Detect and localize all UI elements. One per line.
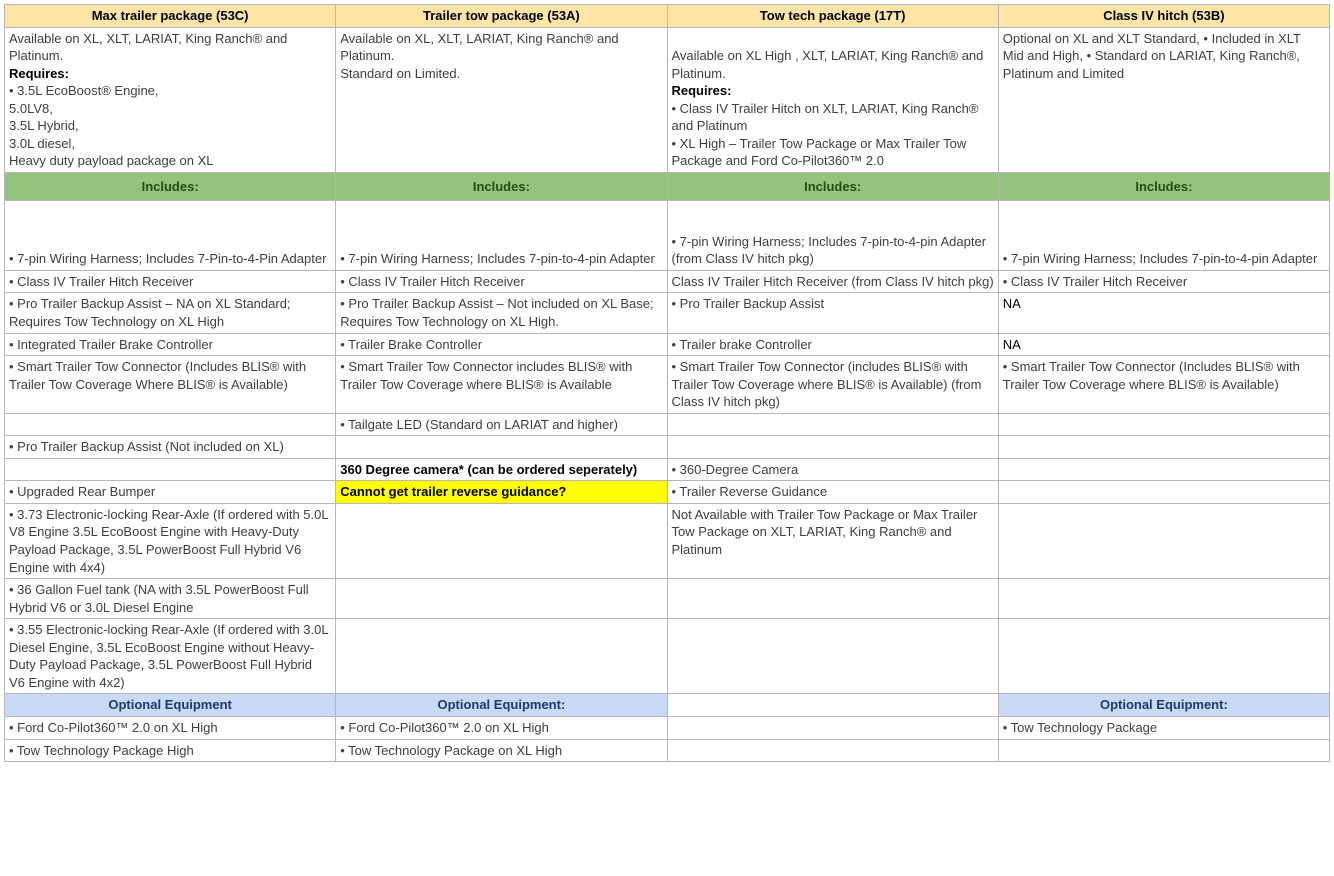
table-row: • Pro Trailer Backup Assist – NA on XL S… xyxy=(5,293,1330,333)
cell: • 36 Gallon Fuel tank (NA with 3.5L Powe… xyxy=(5,579,336,619)
cell: • Tailgate LED (Standard on LARIAT and h… xyxy=(336,413,667,436)
cell: • Trailer Brake Controller xyxy=(336,333,667,356)
avail-53b: Optional on XL and XLT Standard, • Inclu… xyxy=(998,27,1329,172)
cell: NA xyxy=(998,333,1329,356)
optional-header-empty xyxy=(667,694,998,717)
table-row: • Tailgate LED (Standard on LARIAT and h… xyxy=(5,413,1330,436)
cell xyxy=(998,579,1329,619)
cell xyxy=(667,436,998,459)
cell xyxy=(336,579,667,619)
cell xyxy=(998,739,1329,762)
cell: • Smart Trailer Tow Connector includes B… xyxy=(336,356,667,414)
cell: • Smart Trailer Tow Connector (Includes … xyxy=(5,356,336,414)
cell: • 7-pin Wiring Harness; Includes 7-Pin-t… xyxy=(5,200,336,270)
cell: Cannot get trailer reverse guidance? xyxy=(336,481,667,504)
optional-header: Optional Equipment xyxy=(5,694,336,717)
cell: • 7-pin Wiring Harness; Includes 7-pin-t… xyxy=(336,200,667,270)
cell xyxy=(5,413,336,436)
table-row: • Tow Technology Package High• Tow Techn… xyxy=(5,739,1330,762)
table-row: • Integrated Trailer Brake Controller• T… xyxy=(5,333,1330,356)
cell xyxy=(998,436,1329,459)
cell: • Class IV Trailer Hitch Receiver xyxy=(336,270,667,293)
cell: • Pro Trailer Backup Assist (Not include… xyxy=(5,436,336,459)
table-row: Optional EquipmentOptional Equipment:Opt… xyxy=(5,694,1330,717)
cell: • Smart Trailer Tow Connector (includes … xyxy=(667,356,998,414)
avail-17t: Available on XL High , XLT, LARIAT, King… xyxy=(667,27,998,172)
cell: • Ford Co-Pilot360™ 2.0 on XL High xyxy=(336,716,667,739)
cell xyxy=(998,481,1329,504)
cell: • Tow Technology Package xyxy=(998,716,1329,739)
cell: NA xyxy=(998,293,1329,333)
optional-header: Optional Equipment: xyxy=(336,694,667,717)
col-header-53b: Class IV hitch (53B) xyxy=(998,5,1329,28)
optional-header: Optional Equipment: xyxy=(998,694,1329,717)
cell xyxy=(667,716,998,739)
cell xyxy=(667,739,998,762)
cell: • Ford Co-Pilot360™ 2.0 on XL High xyxy=(5,716,336,739)
cell: Not Available with Trailer Tow Package o… xyxy=(667,503,998,578)
cell xyxy=(5,458,336,481)
cell: • Upgraded Rear Bumper xyxy=(5,481,336,504)
cell: • Tow Technology Package High xyxy=(5,739,336,762)
cell xyxy=(667,413,998,436)
table-row: • 7-pin Wiring Harness; Includes 7-Pin-t… xyxy=(5,200,1330,270)
cell xyxy=(998,503,1329,578)
cell: • Integrated Trailer Brake Controller xyxy=(5,333,336,356)
avail-53a: Available on XL, XLT, LARIAT, King Ranch… xyxy=(336,27,667,172)
table-row: • Ford Co-Pilot360™ 2.0 on XL High• Ford… xyxy=(5,716,1330,739)
table-row: Includes:Includes:Includes:Includes: xyxy=(5,172,1330,200)
table-row: • Pro Trailer Backup Assist (Not include… xyxy=(5,436,1330,459)
table-row: • Class IV Trailer Hitch Receiver• Class… xyxy=(5,270,1330,293)
table-row: Available on XL, XLT, LARIAT, King Ranch… xyxy=(5,27,1330,172)
includes-header: Includes: xyxy=(5,172,336,200)
cell: • Trailer Reverse Guidance xyxy=(667,481,998,504)
comparison-table: Max trailer package (53C)Trailer tow pac… xyxy=(4,4,1330,762)
cell: • Smart Trailer Tow Connector (Includes … xyxy=(998,356,1329,414)
cell xyxy=(998,619,1329,694)
col-header-17t: Tow tech package (17T) xyxy=(667,5,998,28)
cell: • Pro Trailer Backup Assist xyxy=(667,293,998,333)
cell xyxy=(336,619,667,694)
cell xyxy=(336,503,667,578)
table-row: • 3.55 Electronic-locking Rear-Axle (If … xyxy=(5,619,1330,694)
cell: • 3.73 Electronic-locking Rear-Axle (If … xyxy=(5,503,336,578)
cell: • Trailer brake Controller xyxy=(667,333,998,356)
cell xyxy=(667,579,998,619)
cell: 360 Degree camera* (can be ordered seper… xyxy=(336,458,667,481)
table-row: • 36 Gallon Fuel tank (NA with 3.5L Powe… xyxy=(5,579,1330,619)
includes-header: Includes: xyxy=(998,172,1329,200)
cell: • Tow Technology Package on XL High xyxy=(336,739,667,762)
cell xyxy=(336,436,667,459)
cell: • Pro Trailer Backup Assist – Not includ… xyxy=(336,293,667,333)
table-row: • Upgraded Rear BumperCannot get trailer… xyxy=(5,481,1330,504)
table-row: • Smart Trailer Tow Connector (Includes … xyxy=(5,356,1330,414)
cell xyxy=(998,458,1329,481)
cell: • Pro Trailer Backup Assist – NA on XL S… xyxy=(5,293,336,333)
includes-header: Includes: xyxy=(667,172,998,200)
cell: • Class IV Trailer Hitch Receiver xyxy=(5,270,336,293)
includes-header: Includes: xyxy=(336,172,667,200)
cell: • 3.55 Electronic-locking Rear-Axle (If … xyxy=(5,619,336,694)
table-row: • 3.73 Electronic-locking Rear-Axle (If … xyxy=(5,503,1330,578)
col-header-53c: Max trailer package (53C) xyxy=(5,5,336,28)
cell: • 7-pin Wiring Harness; Includes 7-pin-t… xyxy=(998,200,1329,270)
cell: Class IV Trailer Hitch Receiver (from Cl… xyxy=(667,270,998,293)
cell xyxy=(667,619,998,694)
cell: • Class IV Trailer Hitch Receiver xyxy=(998,270,1329,293)
cell: • 7-pin Wiring Harness; Includes 7-pin-t… xyxy=(667,200,998,270)
cell xyxy=(998,413,1329,436)
table-row: 360 Degree camera* (can be ordered seper… xyxy=(5,458,1330,481)
table-row: Max trailer package (53C)Trailer tow pac… xyxy=(5,5,1330,28)
col-header-53a: Trailer tow package (53A) xyxy=(336,5,667,28)
cell: • 360-Degree Camera xyxy=(667,458,998,481)
avail-53c: Available on XL, XLT, LARIAT, King Ranch… xyxy=(5,27,336,172)
